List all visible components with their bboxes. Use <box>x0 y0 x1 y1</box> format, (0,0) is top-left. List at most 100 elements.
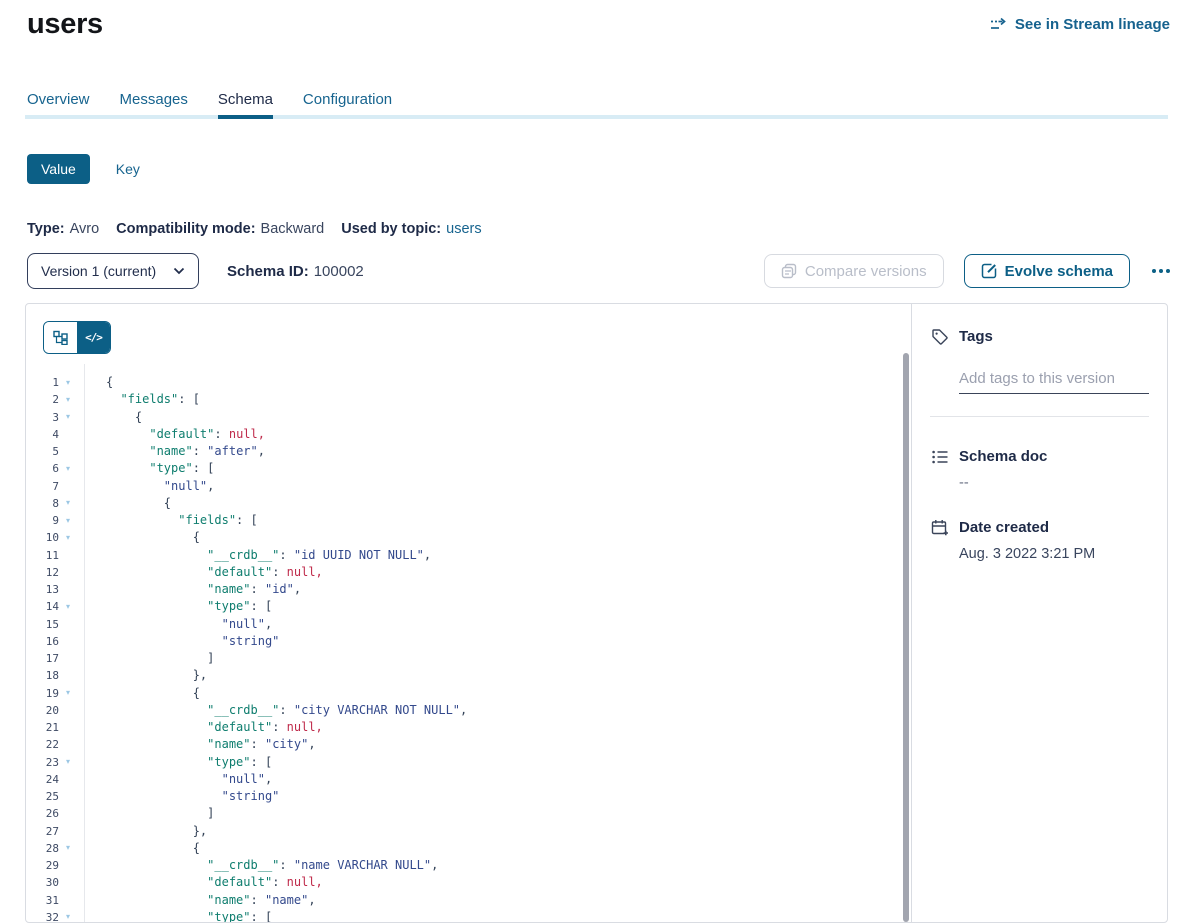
chevron-down-icon <box>173 265 185 277</box>
line-number: 16 <box>26 635 59 648</box>
tab-configuration[interactable]: Configuration <box>303 92 392 115</box>
code-line: 14▾ "type": [ <box>26 598 911 615</box>
fold-arrow-icon[interactable]: ▾ <box>59 517 84 525</box>
fold-arrow-icon[interactable]: ▾ <box>59 689 84 697</box>
line-number: 12 <box>26 566 59 579</box>
version-select[interactable]: Version 1 (current) <box>27 253 199 289</box>
line-number: 28 <box>26 842 59 855</box>
value-toggle-button[interactable]: Value <box>27 154 90 184</box>
code-line: 24 "null", <box>26 771 911 788</box>
topic-link[interactable]: users <box>446 221 481 237</box>
line-number: 23 <box>26 756 59 769</box>
doc-list-icon <box>930 447 949 466</box>
more-actions-button[interactable] <box>1150 263 1172 279</box>
fold-arrow-icon[interactable]: ▾ <box>59 465 84 473</box>
code-line: 16 "string" <box>26 633 911 650</box>
code-line: 28▾ { <box>26 840 911 857</box>
editor-scrollbar[interactable] <box>903 353 909 922</box>
schema-doc-value: -- <box>959 475 1149 491</box>
evolve-schema-button[interactable]: Evolve schema <box>964 254 1130 288</box>
code-text: "fields": [ <box>106 512 258 529</box>
code-text: "type": [ <box>106 460 214 477</box>
tab-bar: Overview Messages Schema Configuration <box>27 92 392 115</box>
code-text: "__crdb__": "name VARCHAR NULL", <box>106 857 438 874</box>
line-number: 29 <box>26 859 59 872</box>
code-text: "default": null, <box>106 874 323 891</box>
code-text: "null", <box>106 771 272 788</box>
type-value: Avro <box>70 221 100 237</box>
date-created-title: Date created <box>959 519 1049 536</box>
tree-view-icon <box>53 330 68 345</box>
code-line: 25 "string" <box>26 788 911 805</box>
code-line: 8▾ { <box>26 495 911 512</box>
fold-arrow-icon[interactable]: ▾ <box>59 603 84 611</box>
code-text: "__crdb__": "id UUID NOT NULL", <box>106 547 431 564</box>
used-by-topic-label: Used by topic: <box>341 221 441 237</box>
code-text: ] <box>106 805 214 822</box>
code-text: "string" <box>106 633 279 650</box>
fold-arrow-icon[interactable]: ▾ <box>59 379 84 387</box>
schema-page: { "header": { "title": "users", "lineage… <box>0 0 1189 916</box>
line-number: 27 <box>26 825 59 838</box>
sidebar-divider <box>930 416 1149 417</box>
add-tags-input[interactable] <box>959 368 1149 394</box>
code-text: }, <box>106 667 207 684</box>
tab-underline-track <box>25 115 1168 119</box>
line-number: 32 <box>26 911 59 922</box>
code-text: "fields": [ <box>106 391 200 408</box>
tree-view-button[interactable] <box>44 322 77 353</box>
tab-schema[interactable]: Schema <box>218 92 273 115</box>
code-line: 15 "null", <box>26 616 911 633</box>
line-number: 25 <box>26 790 59 803</box>
line-number: 9 <box>26 514 59 527</box>
tags-section: Tags <box>930 327 1149 417</box>
ellipsis-icon <box>1152 269 1156 273</box>
fold-arrow-icon[interactable]: ▾ <box>59 499 84 507</box>
key-toggle-button[interactable]: Key <box>116 161 140 177</box>
fold-arrow-icon[interactable]: ▾ <box>59 413 84 421</box>
code-line: 30 "default": null, <box>26 874 911 891</box>
stream-lineage-link[interactable]: See in Stream lineage <box>989 15 1170 34</box>
schema-id-label: Schema ID: <box>227 263 309 280</box>
fold-arrow-icon[interactable]: ▾ <box>59 534 84 542</box>
code-line: 1▾{ <box>26 374 911 391</box>
code-line: 11 "__crdb__": "id UUID NOT NULL", <box>26 547 911 564</box>
code-editor-lines[interactable]: 1▾{2▾ "fields": [3▾ {4 "default": null,5… <box>26 374 911 922</box>
code-text: "null", <box>106 478 214 495</box>
line-number: 1 <box>26 376 59 389</box>
code-text: "null", <box>106 616 272 633</box>
code-text: ] <box>106 650 214 667</box>
code-line: 20 "__crdb__": "city VARCHAR NOT NULL", <box>26 702 911 719</box>
date-created-section: Date created Aug. 3 2022 3:21 PM <box>930 518 1149 562</box>
compatibility-field: Compatibility mode:Backward <box>116 221 324 237</box>
schema-id-value: 100002 <box>314 263 364 280</box>
schema-sidebar: Tags Schema doc -- <box>911 304 1167 922</box>
compare-versions-button[interactable]: Compare versions <box>764 254 944 288</box>
schema-panel: </> 1▾{2▾ "fields": [3▾ {4 "default": nu… <box>25 303 1168 923</box>
line-number: 18 <box>26 669 59 682</box>
fold-arrow-icon[interactable]: ▾ <box>59 913 84 921</box>
line-number: 11 <box>26 549 59 562</box>
line-number: 6 <box>26 462 59 475</box>
tab-overview[interactable]: Overview <box>27 92 90 115</box>
code-line: 31 "name": "name", <box>26 892 911 909</box>
code-line: 26 ] <box>26 805 911 822</box>
code-view-button[interactable]: </> <box>77 322 110 353</box>
type-label: Type: <box>27 221 65 237</box>
code-text: "name": "name", <box>106 892 316 909</box>
fold-arrow-icon[interactable]: ▾ <box>59 396 84 404</box>
code-line: 32▾ "type": [ <box>26 909 911 922</box>
code-text: "__crdb__": "city VARCHAR NOT NULL", <box>106 702 467 719</box>
code-line: 27 }, <box>26 823 911 840</box>
code-line: 19▾ { <box>26 685 911 702</box>
tab-messages[interactable]: Messages <box>120 92 188 115</box>
code-text: { <box>106 529 200 546</box>
fold-arrow-icon[interactable]: ▾ <box>59 844 84 852</box>
code-text: { <box>106 495 171 512</box>
line-number: 26 <box>26 807 59 820</box>
fold-arrow-icon[interactable]: ▾ <box>59 758 84 766</box>
code-text: "name": "city", <box>106 736 316 753</box>
line-number: 22 <box>26 738 59 751</box>
code-text: "type": [ <box>106 754 272 771</box>
code-line: 2▾ "fields": [ <box>26 391 911 408</box>
